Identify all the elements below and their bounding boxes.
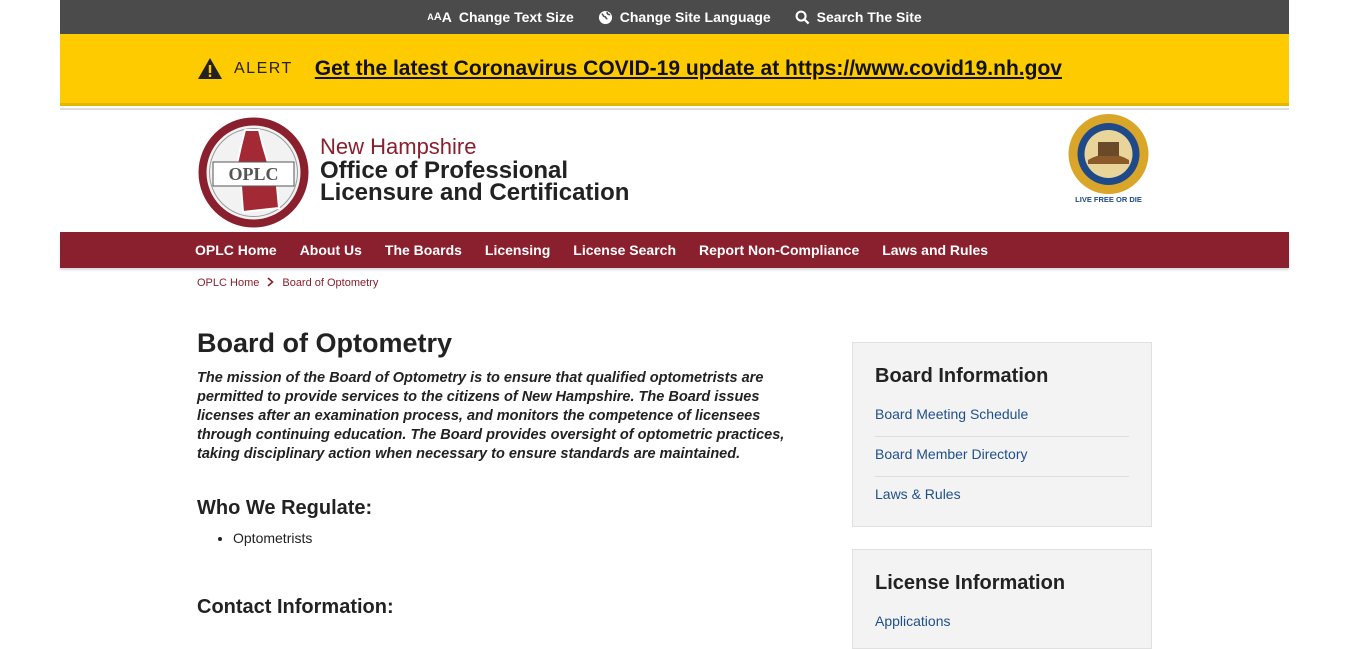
license-information-title: License Information [875, 572, 1066, 594]
text-size-icon: A A A [427, 9, 452, 25]
change-language-label: Change Site Language [619, 9, 771, 25]
license-information-card: License Information Applications [852, 549, 1152, 649]
nh-state-seal: LIVE FREE OR DIE [1066, 114, 1151, 206]
change-text-size-button[interactable]: A A A Change Text Size [427, 9, 573, 25]
contact-information-heading: Contact Information: [197, 596, 394, 618]
oplc-logo[interactable]: OPLC [197, 116, 310, 229]
globe-icon [598, 10, 613, 25]
utility-bar: A A A Change Text Size Change Site Langu… [60, 0, 1289, 34]
search-site-button[interactable]: Search The Site [795, 9, 922, 25]
search-icon [795, 10, 810, 25]
nav-report-non-compliance[interactable]: Report Non-Compliance [699, 242, 859, 258]
warning-icon [197, 57, 223, 80]
brand-name-line2: Licensure and Certification [320, 179, 630, 206]
main-nav: OPLC Home About Us The Boards Licensing … [60, 232, 1289, 268]
nav-oplc-home[interactable]: OPLC Home [195, 242, 277, 258]
covid-update-link[interactable]: Get the latest Coronavirus COVID-19 upda… [315, 57, 1062, 81]
chevron-right-icon [267, 276, 275, 290]
change-text-size-label: Change Text Size [458, 9, 574, 25]
nav-license-search[interactable]: License Search [573, 242, 676, 258]
nav-laws-and-rules[interactable]: Laws and Rules [882, 242, 988, 258]
board-information-card: Board Information Board Meeting Schedule… [852, 342, 1152, 527]
board-member-directory-link[interactable]: Board Member Directory [875, 437, 1129, 477]
applications-link[interactable]: Applications [875, 604, 1129, 643]
alert-label-text: ALERT [234, 59, 293, 77]
board-information-title: Board Information [875, 365, 1049, 387]
change-language-button[interactable]: Change Site Language [598, 9, 771, 25]
nav-the-boards[interactable]: The Boards [385, 242, 462, 258]
main-content: Board of Optometry The mission of the Bo… [197, 328, 812, 619]
breadcrumb-home[interactable]: OPLC Home [197, 277, 259, 289]
search-site-label: Search The Site [816, 9, 922, 25]
nav-about-us[interactable]: About Us [300, 242, 362, 258]
breadcrumb-current: Board of Optometry [282, 277, 379, 289]
page-title: Board of Optometry [197, 328, 453, 358]
who-we-regulate-heading: Who We Regulate: [197, 497, 373, 519]
list-item: Optometrists [233, 530, 812, 546]
mission-statement: The mission of the Board of Optometry is… [197, 370, 785, 462]
regulated-list: Optometrists [197, 530, 812, 546]
seal-motto: LIVE FREE OR DIE [1075, 195, 1142, 204]
site-header: OPLC New Hampshire Office of Professiona… [60, 108, 1289, 232]
oplc-logo-text: OPLC [228, 164, 278, 184]
alert-banner: ALERT Get the latest Coronavirus COVID-1… [60, 34, 1289, 106]
nav-licensing[interactable]: Licensing [485, 242, 550, 258]
alert-label: ALERT [197, 57, 293, 80]
laws-and-rules-link[interactable]: Laws & Rules [875, 477, 1129, 516]
brand-title[interactable]: New Hampshire Office of Professional Lic… [320, 134, 630, 206]
board-meeting-schedule-link[interactable]: Board Meeting Schedule [875, 397, 1129, 437]
breadcrumb: OPLC Home Board of Optometry [197, 276, 378, 290]
